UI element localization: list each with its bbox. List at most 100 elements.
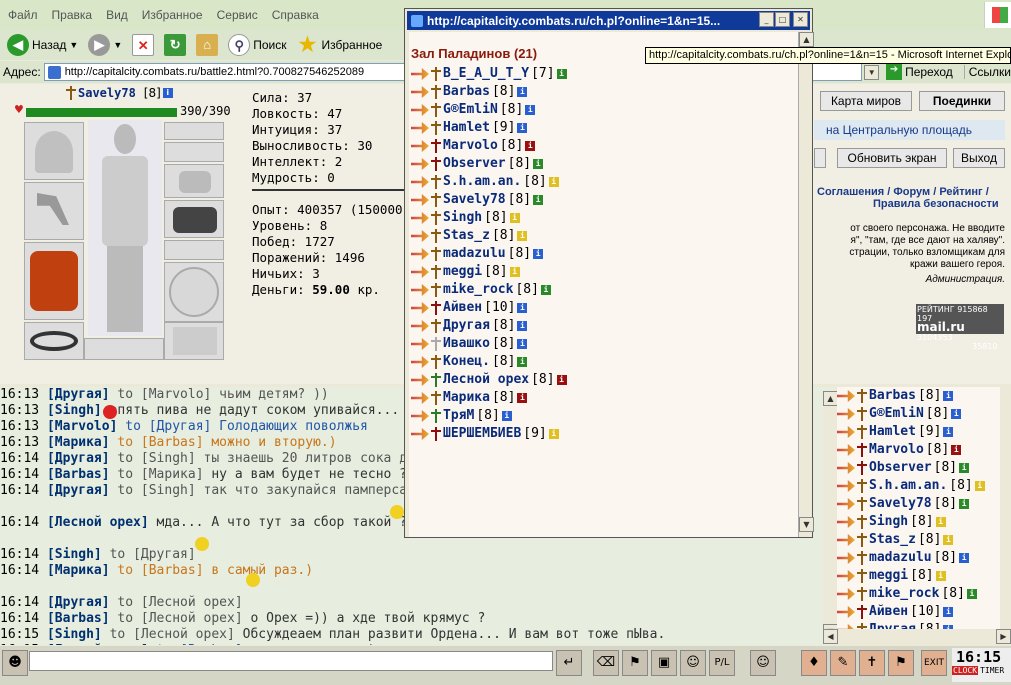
menu-item[interactable]: Вид [106,8,128,22]
player-row[interactable]: S.h.am.an. [8] i [837,477,1011,495]
private-arrow-icon[interactable] [837,534,855,546]
armor-slot[interactable] [24,242,84,320]
private-arrow-icon[interactable] [411,176,429,188]
info-icon[interactable]: i [548,429,559,439]
menu-item[interactable]: Сервис [217,8,258,22]
player-name[interactable]: Barbas [443,83,490,101]
player-name[interactable]: Ивашко [443,335,490,353]
weapon-slot[interactable] [24,182,84,240]
search-button[interactable]: ⚲ Поиск [225,32,289,58]
boots-slot[interactable] [164,322,224,360]
player-row[interactable]: Лесной орех [8] i [411,371,798,389]
private-arrow-icon[interactable] [411,158,429,170]
private-arrow-icon[interactable] [837,462,855,474]
refresh-screen-button[interactable]: Обновить экран [837,148,947,168]
player-name[interactable]: Лесной орех [443,371,529,389]
private-arrow-icon[interactable] [411,338,429,350]
amulet-slot[interactable] [164,122,224,140]
bag-icon[interactable]: ♦ [801,650,827,676]
info-icon[interactable]: i [943,391,954,401]
player-name[interactable]: Stas_z [869,531,916,549]
info-icon[interactable]: i [966,589,977,599]
player-row[interactable]: Другая[8]i [837,621,1011,629]
private-arrow-icon[interactable] [837,570,855,582]
info-icon[interactable]: i [509,267,520,277]
private-arrow-icon[interactable] [411,302,429,314]
smiley-icon[interactable] [246,573,260,587]
scroll-right-button[interactable]: ▶ [996,629,1011,644]
player-row[interactable]: Айвен [10] i [837,603,1011,621]
world-map-button[interactable]: Карта миров [820,91,912,111]
chat-recipient[interactable]: to [Лесной орех] [117,595,242,610]
scroll-up-button[interactable]: ▲ [823,391,838,406]
scroll-up-button[interactable]: ▲ [799,32,814,47]
info-icon[interactable]: i [943,535,954,545]
info-icon[interactable]: i [935,517,946,527]
private-arrow-icon[interactable] [411,410,429,422]
player-name[interactable]: ТряМ [443,407,474,425]
private-arrow-icon[interactable] [411,320,429,332]
chat-input[interactable] [29,651,553,671]
chat-author[interactable]: [Singh] [47,547,102,562]
chat-recipient[interactable]: to [Марика] [117,467,203,482]
refresh-button[interactable]: ↻ [161,32,189,58]
duels-button[interactable]: Поединки [919,91,1005,111]
private-arrow-icon[interactable] [837,480,855,492]
menu-item[interactable]: Файл [8,8,38,22]
info-icon[interactable]: i [935,571,946,581]
player-name[interactable]: Marvolo [443,137,498,155]
people-icon[interactable]: ☺ [680,650,706,676]
info-icon[interactable]: i [556,375,567,385]
player-name[interactable]: Observer [443,155,506,173]
chat-author[interactable]: [Другая] [47,595,110,610]
info-icon[interactable]: i [959,499,970,509]
player-row[interactable]: Айвен [10] i [411,299,798,317]
player-row[interactable]: Barbas [8] i [837,387,1011,405]
info-icon[interactable]: i [533,195,544,205]
private-arrow-icon[interactable] [411,356,429,368]
player-row[interactable]: Ивашко [8] i [411,335,798,353]
earring-slot[interactable] [164,142,224,162]
chat-author[interactable]: [Marvolo] [47,419,117,434]
player-name[interactable]: S.h.am.an. [443,173,521,191]
info-icon[interactable]: i [517,231,528,241]
player-name[interactable]: S.h.am.an. [869,477,947,495]
info-icon[interactable]: i [951,409,962,419]
private-arrow-icon[interactable] [411,374,429,386]
send-icon[interactable]: ↵ [556,650,582,676]
info-icon[interactable]: i [509,213,520,223]
info-icon[interactable]: i [525,141,536,151]
chat-author[interactable]: [Barbas] [47,467,110,482]
private-arrow-icon[interactable] [837,444,855,456]
back-button[interactable]: ◀ Назад ▼ [4,32,81,58]
private-arrow-icon[interactable] [411,68,429,80]
info-icon[interactable]: i [517,123,528,133]
smiley-icon[interactable] [390,505,404,519]
info-icon[interactable]: i [517,321,528,331]
player-row[interactable]: Singh [8] i [837,513,1011,531]
stop-button[interactable]: ✕ [129,32,157,58]
popup-titlebar[interactable]: http://capitalcity.combats.ru/ch.pl?onli… [407,11,810,30]
player-row[interactable]: Observer [8] i [411,155,798,173]
player-row[interactable]: Конец. [8] i [411,353,798,371]
info-icon[interactable]: i [517,357,528,367]
safety-rules-link[interactable]: Правила безопасности [873,198,999,210]
scroll-left-button[interactable]: ◀ [823,629,838,644]
info-icon[interactable]: i [540,285,551,295]
player-name[interactable]: madazulu [869,549,932,567]
player-row[interactable]: Marvolo [8] i [837,441,1011,459]
player-name[interactable]: mike_rock [869,585,939,603]
player-row[interactable]: madazulu [8] i [411,245,798,263]
cross-button-icon[interactable]: ✝ [859,650,885,676]
player-name[interactable]: Barbas [869,387,916,405]
char-name[interactable]: Savely78 [78,86,136,100]
list-hscrollbar[interactable]: ◀ ▶ [823,629,1011,644]
chat-recipient[interactable]: to [Marvolo] [117,387,211,402]
private-arrow-icon[interactable] [837,426,855,438]
player-name[interactable]: Марика [443,389,490,407]
player-name[interactable]: G®EmliN [869,405,924,423]
chat-recipient[interactable]: to [Singh] [117,451,195,466]
info-icon[interactable]: i [501,411,512,421]
chat-author[interactable]: [Другая] [47,387,110,402]
chat-scrollbar[interactable]: ▲ ▼ [823,391,838,641]
